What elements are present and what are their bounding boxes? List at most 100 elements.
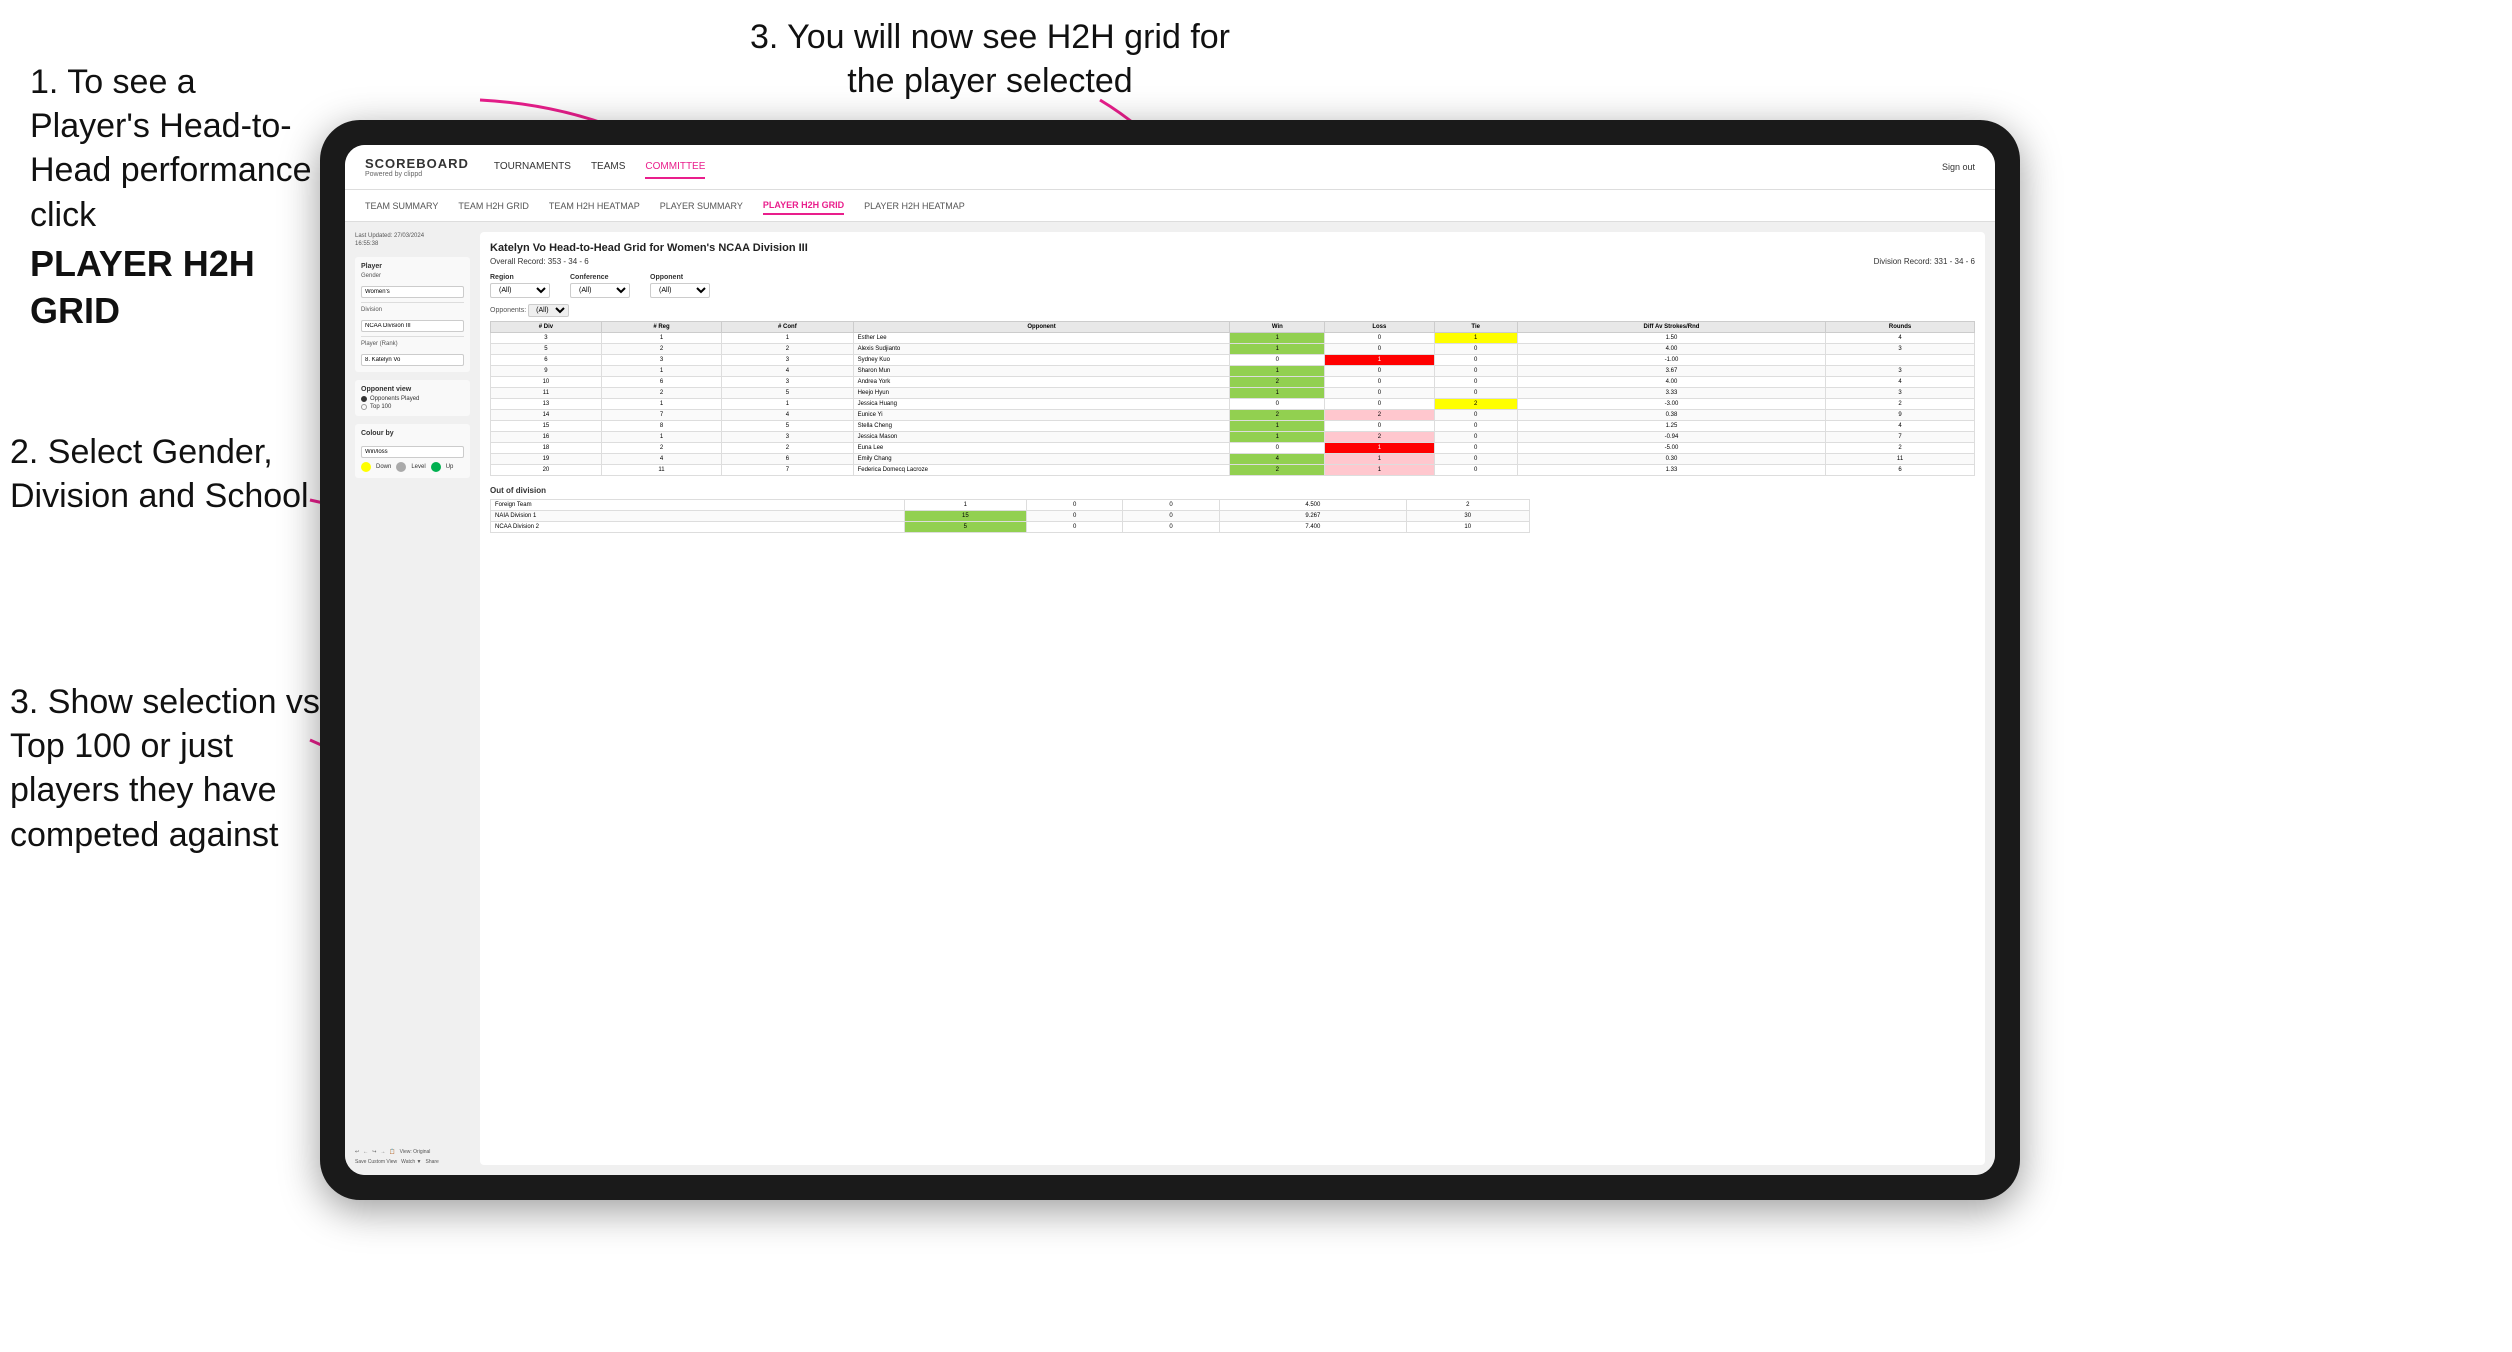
opponents-label: Opponents: (All): [490, 304, 1975, 317]
radio-group: Opponents Played Top 100: [361, 396, 464, 410]
table-row: 1822 Euna Lee 0 1 0 -5.00 2: [491, 443, 1975, 454]
sidebar: Last Updated: 27/03/202416:55:38 Player …: [355, 232, 470, 1165]
opponent-view-label: Opponent view: [361, 386, 464, 393]
tablet-frame: SCOREBOARD Powered by clippd TOURNAMENTS…: [320, 120, 2020, 1200]
th-rounds: Rounds: [1826, 322, 1975, 333]
colour-select[interactable]: Win/loss: [361, 446, 464, 458]
nav-tournaments[interactable]: TOURNAMENTS: [494, 156, 571, 179]
table-row: NAIA Division 1 15 0 0 9.267 30: [491, 511, 1530, 522]
nav-right: Sign out: [1942, 162, 1975, 172]
radio-opponents-label: Opponents Played: [370, 396, 419, 402]
region-select[interactable]: (All): [490, 283, 550, 298]
opponent-view-section: Opponent view Opponents Played Top 100: [355, 380, 470, 416]
conference-select[interactable]: (All): [570, 283, 630, 298]
logo-text: SCOREBOARD: [365, 156, 469, 171]
table-row: 1063 Andrea York 2 0 0 4.00 4: [491, 377, 1975, 388]
table-row: 914 Sharon Mun 1 0 0 3.67 3: [491, 366, 1975, 377]
nav-committee[interactable]: COMMITTEE: [645, 156, 705, 179]
toolbar-view-original[interactable]: View: Original: [400, 1149, 431, 1155]
toolbar-redo[interactable]: ↪: [372, 1149, 376, 1155]
logo-sub: Powered by clippd: [365, 171, 469, 178]
sub-navbar: TEAM SUMMARY TEAM H2H GRID TEAM H2H HEAT…: [345, 190, 1995, 222]
opponent-filter: Opponent (All): [650, 274, 710, 298]
legend-level-dot: [396, 462, 406, 472]
th-conf: # Conf: [722, 322, 853, 333]
colour-section: Colour by Win/loss Down Level Up: [355, 424, 470, 478]
logo-area: SCOREBOARD Powered by clippd: [365, 156, 469, 178]
radio-top100[interactable]: Top 100: [361, 404, 464, 410]
main-data-table: # Div # Reg # Conf Opponent Win Loss Tie…: [490, 321, 1975, 476]
radio-top100-label: Top 100: [370, 404, 391, 410]
instruction-1: 1. To see a Player's Head-to-Head perfor…: [30, 60, 320, 334]
division-select[interactable]: NCAA Division III NCAA Division I NCAA D…: [361, 320, 464, 332]
th-win: Win: [1230, 322, 1325, 333]
table-row: 633 Sydney Kuo 0 1 0 -1.00: [491, 355, 1975, 366]
sub-nav-player-heatmap[interactable]: PLAYER H2H HEATMAP: [864, 198, 965, 214]
sub-nav-team-summary[interactable]: TEAM SUMMARY: [365, 198, 438, 214]
th-div: # Div: [491, 322, 602, 333]
radio-dot-opponents: [361, 396, 367, 402]
player-rank-label: Player (Rank): [361, 341, 464, 347]
player-section: Player Gender Women's Men's Division N: [355, 257, 470, 372]
toolbar-back[interactable]: ←: [363, 1149, 368, 1155]
toolbar-watch[interactable]: Watch ▼: [401, 1159, 421, 1165]
instruction-3-top: 3. You will now see H2H grid for the pla…: [730, 15, 1250, 103]
toolbar-undo[interactable]: ↩: [355, 1149, 359, 1155]
table-row: 20117 Federica Domecq Lacroze 2 1 0 1.33…: [491, 465, 1975, 476]
tablet-screen: SCOREBOARD Powered by clippd TOURNAMENTS…: [345, 145, 1995, 1175]
sub-nav-team-h2h[interactable]: TEAM H2H GRID: [458, 198, 529, 214]
gender-select[interactable]: Women's Men's: [361, 286, 464, 298]
th-opponent: Opponent: [853, 322, 1230, 333]
nav-teams[interactable]: TEAMS: [591, 156, 625, 179]
table-row: 1585 Stella Cheng 1 0 0 1.25 4: [491, 421, 1975, 432]
opponents-filter-select[interactable]: (All): [528, 304, 569, 317]
player-label: Player: [361, 263, 464, 270]
main-content: Last Updated: 27/03/202416:55:38 Player …: [345, 222, 1995, 1175]
nav-items: TOURNAMENTS TEAMS COMMITTEE: [494, 156, 1942, 179]
instruction-2: 2. Select Gender, Division and School: [10, 430, 320, 518]
instruction-3-bottom: 3. Show selection vs Top 100 or just pla…: [10, 680, 320, 857]
table-row: 1946 Emily Chang 4 1 0 0.30 11: [491, 454, 1975, 465]
opponent-select[interactable]: (All): [650, 283, 710, 298]
sub-nav-player-summary[interactable]: PLAYER SUMMARY: [660, 198, 743, 214]
legend-level-label: Level: [411, 464, 425, 470]
player-rank-select[interactable]: 8. Katelyn Vo: [361, 354, 464, 366]
radio-opponents-played[interactable]: Opponents Played: [361, 396, 464, 402]
toolbar-save[interactable]: Save Custom View: [355, 1159, 397, 1165]
gender-label: Gender: [361, 273, 464, 279]
legend-up-label: Up: [446, 464, 454, 470]
toolbar-copy[interactable]: 📋: [389, 1149, 395, 1155]
colour-label: Colour by: [361, 430, 464, 437]
legend-up-dot: [431, 462, 441, 472]
toolbar-share[interactable]: Share: [425, 1159, 438, 1165]
table-row: NCAA Division 2 5 0 0 7.400 10: [491, 522, 1530, 533]
grid-title: Katelyn Vo Head-to-Head Grid for Women's…: [490, 242, 1975, 254]
table-row: Foreign Team 1 0 0 4.500 2: [491, 500, 1530, 511]
legend-down-label: Down: [376, 464, 391, 470]
table-row: 1311 Jessica Huang 0 0 2 -3.00 2: [491, 399, 1975, 410]
sub-nav-team-heatmap[interactable]: TEAM H2H HEATMAP: [549, 198, 640, 214]
toolbar-forward[interactable]: →: [380, 1149, 385, 1155]
grid-records: Overall Record: 353 - 34 - 6 Division Re…: [490, 257, 1975, 266]
filters-row: Region (All) Conference (All) Opponent: [490, 274, 1975, 298]
table-row: 522 Alexis Sudjianto 1 0 0 4.00 3: [491, 344, 1975, 355]
overall-record: Overall Record: 353 - 34 - 6: [490, 257, 589, 266]
conference-filter: Conference (All): [570, 274, 630, 298]
sign-out-link[interactable]: Sign out: [1942, 162, 1975, 172]
out-of-division-table: Foreign Team 1 0 0 4.500 2 NAIA Division…: [490, 499, 1530, 533]
division-label: Division: [361, 307, 464, 313]
toolbar-bottom: ↩ ← ↪ → 📋 View: Original Save Custom Vie…: [355, 1149, 470, 1165]
table-row: 1613 Jessica Mason 1 2 0 -0.94 7: [491, 432, 1975, 443]
th-loss: Loss: [1325, 322, 1434, 333]
th-tie: Tie: [1434, 322, 1517, 333]
last-updated: Last Updated: 27/03/202416:55:38: [355, 232, 470, 249]
table-body: 311 Esther Lee 1 0 1 1.50 4 522 Alexis S…: [491, 333, 1975, 476]
navbar: SCOREBOARD Powered by clippd TOURNAMENTS…: [345, 145, 1995, 190]
out-of-division-header: Out of division: [490, 486, 1975, 495]
table-row: 1474 Eunice Yi 2 2 0 0.38 9: [491, 410, 1975, 421]
legend-row: Down Level Up: [361, 462, 464, 472]
sub-nav-player-h2h[interactable]: PLAYER H2H GRID: [763, 197, 844, 215]
grid-area: Katelyn Vo Head-to-Head Grid for Women's…: [480, 232, 1985, 1165]
th-reg: # Reg: [601, 322, 721, 333]
division-record: Division Record: 331 - 34 - 6: [1874, 257, 1975, 266]
